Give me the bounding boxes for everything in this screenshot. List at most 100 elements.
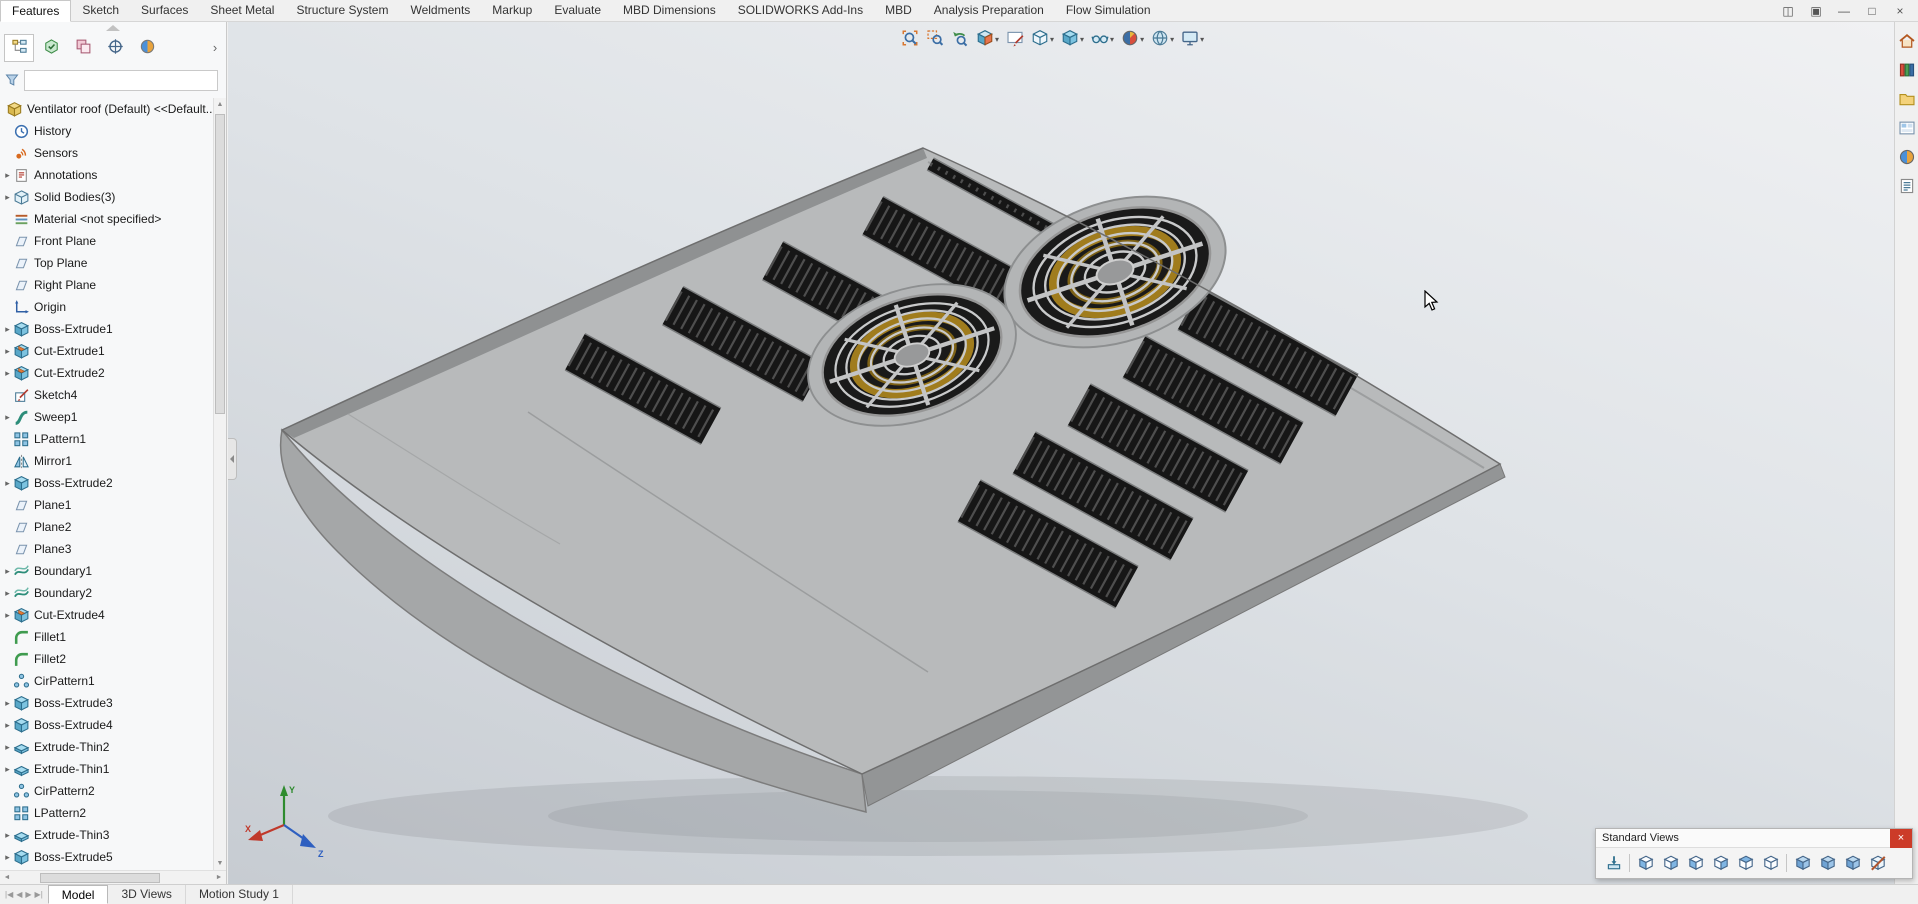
tab-features[interactable]: Features: [0, 0, 71, 22]
expander-icon[interactable]: ▸: [2, 412, 13, 423]
tree-item-history[interactable]: History: [0, 120, 213, 142]
horizontal-scroll-thumb[interactable]: [40, 873, 160, 883]
bottom-tab-3d-views[interactable]: 3D Views: [108, 885, 185, 904]
minimize-button[interactable]: —: [1830, 1, 1858, 21]
left-view-button[interactable]: [1683, 851, 1708, 875]
bottom-view-button[interactable]: [1758, 851, 1783, 875]
bottom-tab-motion-study-1[interactable]: Motion Study 1: [186, 885, 293, 904]
view-palette-icon[interactable]: [1898, 119, 1916, 137]
tab-flow-simulation[interactable]: Flow Simulation: [1055, 0, 1162, 22]
scroll-down-icon[interactable]: ▼: [214, 857, 226, 870]
tree-item-origin[interactable]: Origin: [0, 296, 213, 318]
expander-icon[interactable]: ▸: [2, 764, 13, 775]
tree-item-top-plane[interactable]: Top Plane: [0, 252, 213, 274]
tab-weldments[interactable]: Weldments: [399, 0, 481, 22]
tab-mbd-dimensions[interactable]: MBD Dimensions: [612, 0, 727, 22]
tab-evaluate[interactable]: Evaluate: [543, 0, 612, 22]
3d-drawing-view-button[interactable]: [1003, 27, 1027, 51]
back-view-button[interactable]: [1658, 851, 1683, 875]
tree-item-right-plane[interactable]: Right Plane: [0, 274, 213, 296]
tree-item-cirpattern2[interactable]: CirPattern2: [0, 780, 213, 802]
appearances-scenes-icon[interactable]: [1898, 148, 1916, 166]
tree-item-front-plane[interactable]: Front Plane: [0, 230, 213, 252]
close-button[interactable]: ×: [1886, 1, 1914, 21]
tree-item-material-not-specified[interactable]: Material <not specified>: [0, 208, 213, 230]
trimetric-view-button[interactable]: [1815, 851, 1840, 875]
expander-icon[interactable]: ▸: [2, 698, 13, 709]
expander-icon[interactable]: ▸: [2, 588, 13, 599]
expander-icon[interactable]: ▸: [2, 170, 13, 181]
panel-collapse-handle[interactable]: [106, 25, 120, 31]
bottom-tab-model[interactable]: Model: [48, 885, 109, 904]
scroll-up-icon[interactable]: ▲: [214, 98, 226, 111]
edit-appearance-button[interactable]: ▾: [1118, 27, 1147, 51]
tree-item-boss-extrude4[interactable]: ▸Boss-Extrude4: [0, 714, 213, 736]
standard-views-titlebar[interactable]: Standard Views ×: [1596, 829, 1912, 848]
tree-item-plane3[interactable]: Plane3: [0, 538, 213, 560]
tree-item-boss-extrude5[interactable]: ▸Boss-Extrude5: [0, 846, 213, 868]
previous-view-button[interactable]: [948, 27, 972, 51]
right-view-button[interactable]: [1708, 851, 1733, 875]
zoom-fit-button[interactable]: [898, 27, 922, 51]
expander-icon[interactable]: ▸: [2, 478, 13, 489]
tree-vertical-scrollbar[interactable]: ▲ ▼: [213, 98, 226, 870]
tree-item-cut-extrude4[interactable]: ▸Cut-Extrude4: [0, 604, 213, 626]
filter-input[interactable]: [24, 70, 218, 91]
expander-icon[interactable]: ▸: [2, 742, 13, 753]
tab-solidworks-add-ins[interactable]: SOLIDWORKS Add-Ins: [727, 0, 874, 22]
tree-item-fillet1[interactable]: Fillet1: [0, 626, 213, 648]
layout-button[interactable]: ▣: [1802, 1, 1830, 21]
close-button[interactable]: ×: [1890, 829, 1912, 848]
3d-model-ventilator-roof[interactable]: [228, 22, 1894, 884]
chevron-down-icon[interactable]: ▾: [1170, 35, 1174, 44]
expander-icon[interactable]: ▸: [2, 192, 13, 203]
sheet-nav-3-button[interactable]: ▶|: [35, 885, 43, 904]
tree-root-item[interactable]: Ventilator roof (Default) <<Default...: [0, 98, 213, 120]
design-library-icon[interactable]: [1898, 61, 1916, 79]
tree-item-boundary2[interactable]: ▸Boundary2: [0, 582, 213, 604]
top-view-button[interactable]: [1733, 851, 1758, 875]
tree-item-sensors[interactable]: Sensors: [0, 142, 213, 164]
tree-item-fillet2[interactable]: Fillet2: [0, 648, 213, 670]
expander-icon[interactable]: ▸: [2, 830, 13, 841]
tree-item-cut-extrude2[interactable]: ▸Cut-Extrude2: [0, 362, 213, 384]
apply-scene-button[interactable]: ▾: [1148, 27, 1177, 51]
custom-properties-icon[interactable]: [1898, 177, 1916, 195]
chevron-down-icon[interactable]: ▾: [1050, 35, 1054, 44]
normal-to-view-button[interactable]: [1601, 851, 1626, 875]
front-view-button[interactable]: [1633, 851, 1658, 875]
tree-item-boss-extrude1[interactable]: ▸Boss-Extrude1: [0, 318, 213, 340]
tree-item-boundary1[interactable]: ▸Boundary1: [0, 560, 213, 582]
view-selector-view-button[interactable]: [1865, 851, 1890, 875]
expander-icon[interactable]: ▸: [2, 852, 13, 863]
scroll-left-icon[interactable]: ◄: [0, 874, 14, 881]
vertical-scroll-thumb[interactable]: [215, 114, 225, 414]
tree-item-annotations[interactable]: ▸Annotations: [0, 164, 213, 186]
viewport[interactable]: ▾▾▾▾▾▾▾ Y X Z: [228, 22, 1894, 884]
tree-item-extrude-thin1[interactable]: ▸Extrude-Thin1: [0, 758, 213, 780]
expander-icon[interactable]: ▸: [2, 566, 13, 577]
expander-icon[interactable]: ▸: [2, 346, 13, 357]
tab-markup[interactable]: Markup: [481, 0, 543, 22]
tree-item-sketch4[interactable]: Sketch4: [0, 384, 213, 406]
tree-item-sweep1[interactable]: ▸Sweep1: [0, 406, 213, 428]
tree-item-boss-extrude2[interactable]: ▸Boss-Extrude2: [0, 472, 213, 494]
restore-button[interactable]: □: [1858, 1, 1886, 21]
chevron-down-icon[interactable]: ▾: [1080, 35, 1084, 44]
resources-icon[interactable]: [1898, 32, 1916, 50]
chevron-down-icon[interactable]: ▾: [1200, 35, 1204, 44]
expander-icon[interactable]: ▸: [2, 368, 13, 379]
configuration-manager-tab[interactable]: [68, 34, 98, 62]
tab-sheet-metal[interactable]: Sheet Metal: [199, 0, 285, 22]
hide-show-items-button[interactable]: ▾: [1088, 27, 1117, 51]
view-settings-button[interactable]: ▾: [1178, 27, 1207, 51]
zoom-area-button[interactable]: [923, 27, 947, 51]
tab-sketch[interactable]: Sketch: [71, 0, 130, 22]
sheet-nav-0-button[interactable]: |◀: [5, 885, 13, 904]
tree-item-plane1[interactable]: Plane1: [0, 494, 213, 516]
property-manager-tab[interactable]: [36, 34, 66, 62]
isometric-view-button[interactable]: [1790, 851, 1815, 875]
undock-button[interactable]: ◫: [1774, 1, 1802, 21]
chevron-down-icon[interactable]: ▾: [1140, 35, 1144, 44]
dimxpert-manager-tab[interactable]: [100, 34, 130, 62]
